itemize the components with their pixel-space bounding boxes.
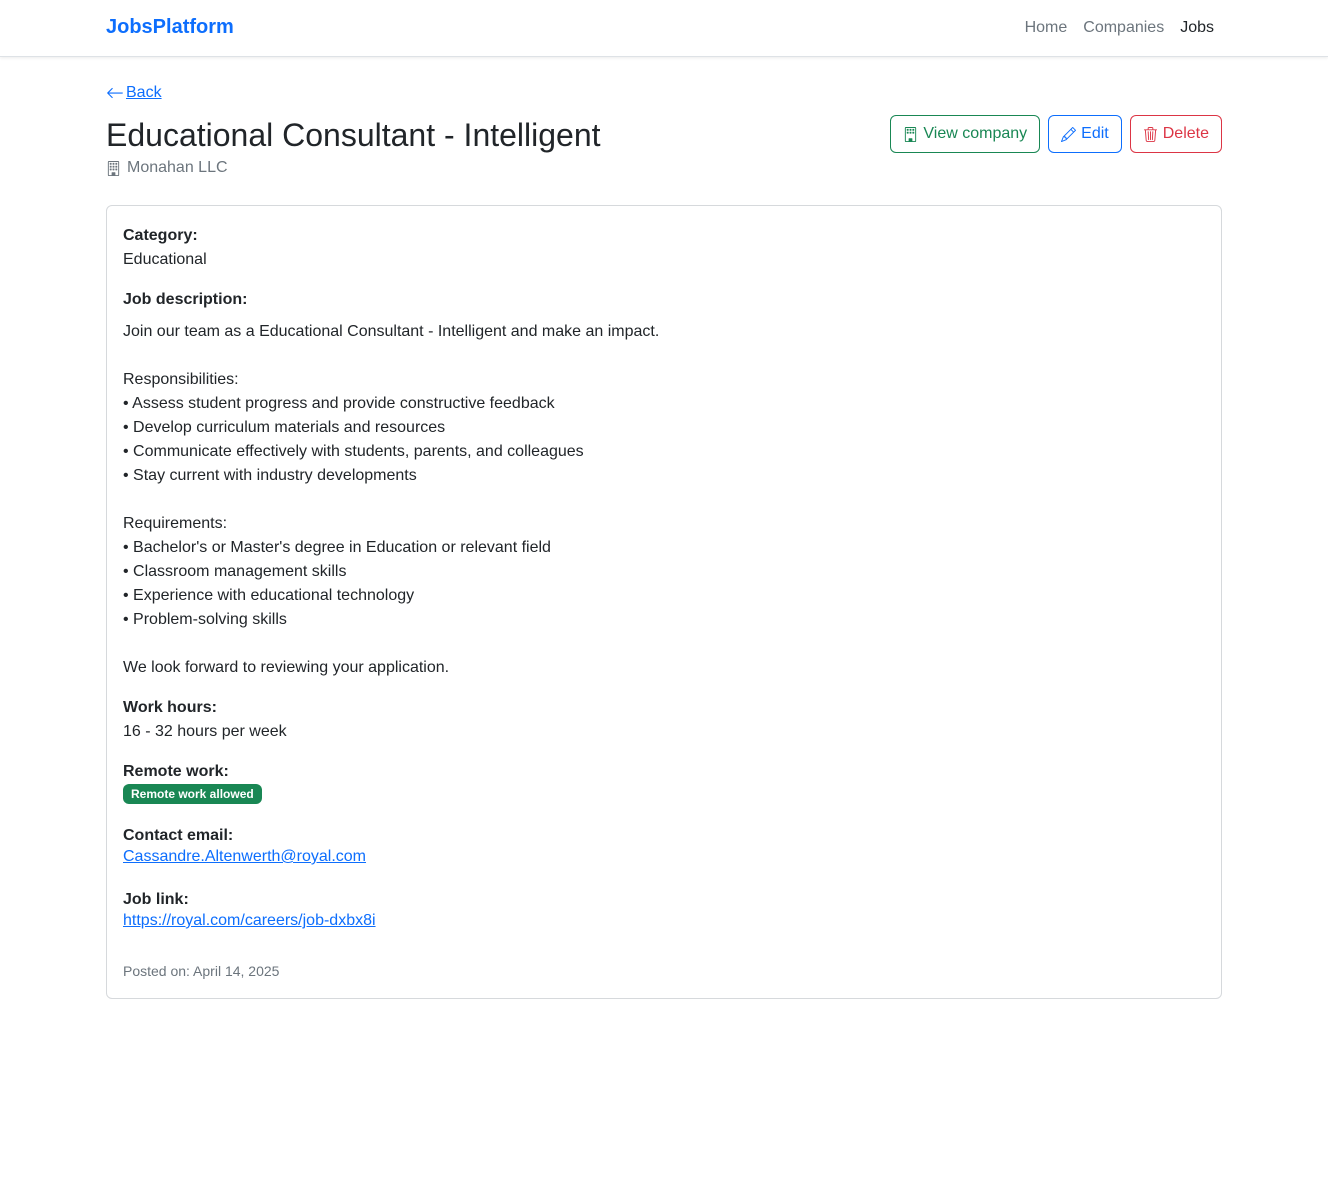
nav-home[interactable]: Home bbox=[1025, 19, 1068, 37]
delete-button[interactable]: Delete bbox=[1129, 115, 1222, 153]
arrow-left-icon bbox=[107, 87, 123, 99]
action-buttons: View company Edit Delete bbox=[890, 115, 1222, 153]
view-company-button[interactable]: View company bbox=[890, 115, 1041, 153]
nav-companies[interactable]: Companies bbox=[1083, 19, 1164, 37]
email-section: Contact email: Cassandre.Altenwerth@roya… bbox=[123, 824, 366, 866]
trash-icon bbox=[1143, 126, 1157, 142]
building-icon bbox=[905, 126, 917, 142]
category-value: Educational bbox=[123, 251, 207, 268]
view-company-label: View company bbox=[923, 125, 1028, 142]
nav-links: Home Companies Jobs bbox=[1025, 19, 1214, 37]
category-section: Category: Educational bbox=[123, 224, 207, 272]
work-hours-label: Work hours: bbox=[123, 699, 217, 716]
description-value: Join our team as a Educational Consultan… bbox=[123, 323, 660, 676]
email-link[interactable]: Cassandre.Altenwerth@royal.com bbox=[123, 848, 366, 865]
remote-label: Remote work: bbox=[123, 763, 229, 780]
job-link-label: Job link: bbox=[123, 891, 189, 908]
company-name: Monahan LLC bbox=[106, 159, 228, 177]
page-title: Educational Consultant - Intelligent bbox=[106, 117, 601, 153]
edit-button[interactable]: Edit bbox=[1048, 115, 1122, 153]
work-hours-section: Work hours: 16 - 32 hours per week bbox=[123, 696, 287, 744]
nav-jobs[interactable]: Jobs bbox=[1180, 19, 1214, 37]
job-details-card: Category: Educational Job description: J… bbox=[106, 205, 1222, 999]
description-section: Job description: Join our team as a Educ… bbox=[123, 288, 659, 680]
delete-label: Delete bbox=[1162, 125, 1209, 142]
brand-link[interactable]: JobsPlatform bbox=[106, 16, 234, 39]
description-label: Job description: bbox=[123, 291, 248, 308]
job-link-section: Job link: https://royal.com/careers/job-… bbox=[123, 888, 376, 930]
edit-label: Edit bbox=[1081, 125, 1109, 142]
job-link[interactable]: https://royal.com/careers/job-dxbx8i bbox=[123, 912, 376, 929]
remote-section: Remote work: Remote work allowed bbox=[123, 760, 262, 804]
building-icon bbox=[107, 160, 120, 176]
back-label: Back bbox=[126, 84, 162, 101]
email-label: Contact email: bbox=[123, 827, 234, 844]
work-hours-value: 16 - 32 hours per week bbox=[123, 723, 287, 740]
back-link[interactable]: Back bbox=[106, 84, 162, 102]
pencil-icon bbox=[1061, 126, 1077, 142]
category-label: Category: bbox=[123, 227, 198, 244]
posted-date: Posted on: April 14, 2025 bbox=[123, 963, 280, 979]
company-label: Monahan LLC bbox=[127, 159, 228, 176]
navbar: JobsPlatform Home Companies Jobs bbox=[0, 0, 1328, 57]
remote-badge: Remote work allowed bbox=[123, 784, 262, 804]
